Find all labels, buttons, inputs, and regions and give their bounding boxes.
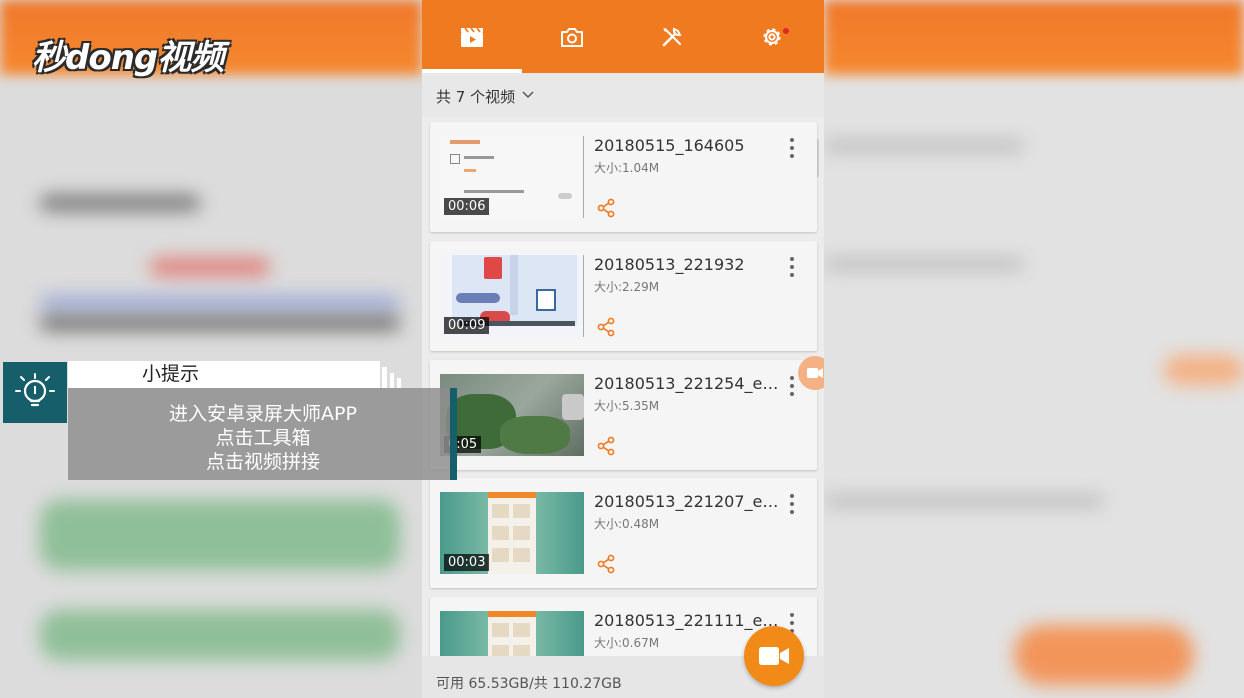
lightbulb-icon	[15, 372, 55, 406]
phone-screen: 共 7 个视频 00:06 20180515_164605 大小:1.04M 0…	[422, 0, 824, 698]
video-size: 大小:0.48M	[594, 517, 660, 531]
share-icon[interactable]	[596, 198, 616, 218]
tip-line: 进入安卓录屏大师APP	[169, 403, 357, 425]
tip-title: 小提示	[142, 363, 200, 385]
video-count-label: 共 7 个视频	[436, 88, 516, 106]
video-list-item[interactable]: 00:06 20180515_164605 大小:1.04M	[430, 122, 817, 232]
video-name: 20180513_221207_edit...	[594, 492, 784, 511]
video-duration: 00:06	[444, 198, 490, 215]
video-thumbnail[interactable]: 00:03	[440, 492, 584, 574]
record-button[interactable]	[744, 626, 804, 686]
video-duration: 00:03	[444, 554, 490, 571]
video-size: 大小:2.29M	[594, 280, 660, 294]
video-thumbnail[interactable]: 00:09	[440, 255, 584, 337]
camera-icon	[561, 27, 583, 47]
notification-dot	[783, 28, 789, 34]
video-list-item[interactable]: 00:03 20180513_221207_edit... 大小:0.48M	[430, 478, 817, 588]
video-name: 20180513_221254_edit...	[594, 374, 784, 393]
share-icon[interactable]	[596, 317, 616, 337]
tip-accent-edge	[450, 388, 457, 480]
video-name: 20180513_221111_edit...	[594, 611, 784, 630]
watermark-logo: 秒dong视频	[32, 38, 224, 78]
share-icon[interactable]	[596, 554, 616, 574]
top-tab-bar	[422, 0, 824, 73]
video-thumbnail[interactable]: 00:06	[440, 136, 584, 218]
video-name: 20180513_221932	[594, 255, 745, 274]
blurred-background-right	[824, 0, 1244, 698]
tip-line: 点击视频拼接	[205, 451, 320, 473]
video-name: 20180515_164605	[594, 136, 745, 155]
tab-videos[interactable]	[422, 0, 522, 73]
video-size: 大小:0.67M	[594, 636, 660, 650]
storage-label: 可用 65.53GB/共 110.27GB	[436, 676, 622, 692]
video-list-item[interactable]: 00:09 20180513_221932 大小:2.29M	[430, 241, 817, 351]
video-size: 大小:1.04M	[594, 161, 660, 175]
tab-tools[interactable]	[622, 0, 722, 73]
floating-recorder-ball[interactable]	[798, 356, 824, 390]
more-options-icon[interactable]	[788, 257, 796, 279]
gear-icon	[763, 27, 781, 46]
tip-line: 点击工具箱	[215, 427, 311, 449]
chevron-down-icon	[522, 91, 534, 99]
tools-icon	[662, 27, 682, 46]
decorative-bars-icon	[382, 367, 401, 388]
more-options-icon[interactable]	[788, 376, 796, 398]
share-icon[interactable]	[596, 436, 616, 456]
more-options-icon[interactable]	[788, 494, 796, 516]
tip-lightbulb-badge	[3, 362, 67, 423]
video-thumbnail[interactable]: 0:05	[440, 374, 584, 456]
blurred-background-left	[0, 0, 422, 698]
video-list-item[interactable]: 0:05 20180513_221254_edit... 大小:5.35M	[430, 360, 817, 470]
video-duration: 00:09	[444, 317, 490, 334]
tab-screenshots[interactable]	[522, 0, 622, 73]
tip-content-box: 进入安卓录屏大师APP 点击工具箱 点击视频拼接	[68, 388, 450, 480]
tab-settings[interactable]	[722, 0, 822, 73]
video-size: 大小:5.35M	[594, 399, 660, 413]
more-options-icon[interactable]	[788, 138, 796, 160]
video-count-bar[interactable]: 共 7 个视频	[422, 73, 824, 117]
video-clapper-icon	[461, 26, 483, 47]
video-camera-icon	[807, 368, 823, 378]
video-camera-icon	[759, 647, 789, 665]
tip-title-bar: 小提示	[68, 361, 380, 388]
